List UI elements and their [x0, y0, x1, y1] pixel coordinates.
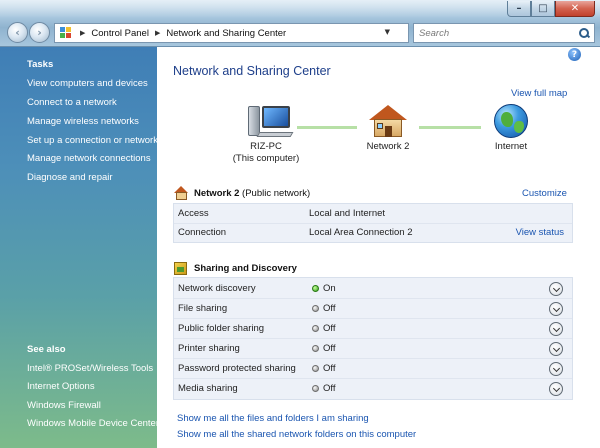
- search-icon[interactable]: [579, 28, 589, 38]
- expand-chevron-icon[interactable]: [549, 382, 563, 396]
- network-title: Network 2 (Public network): [194, 188, 310, 199]
- sharing-row-file-sharing[interactable]: File sharing Off: [174, 299, 572, 319]
- page-title: Network and Sharing Center: [173, 64, 331, 78]
- sharing-box: Network discovery On File sharing Off Pu…: [173, 277, 573, 400]
- network-house-icon: [174, 186, 189, 201]
- network-type: (Public network): [242, 188, 311, 199]
- expand-chevron-icon[interactable]: [549, 282, 563, 296]
- address-dropdown-icon[interactable]: ▼: [385, 28, 390, 36]
- show-shared-folders-link[interactable]: Show me all the shared network folders o…: [177, 429, 416, 440]
- window-controls: – □ ✕: [507, 1, 595, 17]
- task-view-computers[interactable]: View computers and devices: [27, 78, 148, 89]
- internet-globe-icon[interactable]: [494, 104, 528, 138]
- close-button[interactable]: ✕: [555, 1, 595, 17]
- see-also-internet-options[interactable]: Internet Options: [27, 381, 95, 392]
- expand-chevron-icon[interactable]: [549, 322, 563, 336]
- see-also-intel-proset[interactable]: Intel® PROSet/Wireless Tools: [27, 363, 153, 374]
- network-name: Network 2: [194, 188, 240, 199]
- row-state: Off: [323, 363, 336, 374]
- computer-icon[interactable]: [248, 104, 294, 138]
- row-label: Public folder sharing: [178, 323, 265, 334]
- show-shared-files-link[interactable]: Show me all the files and folders I am s…: [177, 413, 369, 424]
- sharing-row-media[interactable]: Media sharing Off: [174, 379, 572, 399]
- status-off-icon: [312, 365, 319, 372]
- expand-chevron-icon[interactable]: [549, 362, 563, 376]
- row-value: Local and Internet: [309, 208, 386, 219]
- row-label: Media sharing: [178, 383, 238, 394]
- sharing-icon: [174, 262, 187, 275]
- tasks-heading: Tasks: [27, 59, 54, 70]
- task-diagnose-repair[interactable]: Diagnose and repair: [27, 172, 113, 183]
- row-label: File sharing: [178, 303, 228, 314]
- sharing-title: Sharing and Discovery: [194, 263, 297, 274]
- row-key: Connection: [178, 227, 227, 238]
- forward-button[interactable]: ›: [29, 22, 50, 43]
- search-input[interactable]: Search: [413, 23, 595, 43]
- search-placeholder: Search: [419, 28, 450, 39]
- status-off-icon: [312, 345, 319, 352]
- row-state: Off: [323, 323, 336, 334]
- row-value: Local Area Connection 2: [309, 227, 413, 238]
- computer-sub: (This computer): [232, 153, 300, 164]
- row-state: Off: [323, 343, 336, 354]
- control-panel-icon: [60, 27, 74, 39]
- view-status-link[interactable]: View status: [516, 227, 564, 238]
- task-manage-connections[interactable]: Manage network connections: [27, 153, 151, 164]
- customize-link[interactable]: Customize: [522, 188, 567, 199]
- breadcrumb-control-panel[interactable]: Control Panel: [91, 28, 149, 39]
- expand-chevron-icon[interactable]: [549, 302, 563, 316]
- task-manage-wireless[interactable]: Manage wireless networks: [27, 116, 139, 127]
- breadcrumb-network-sharing-center[interactable]: Network and Sharing Center: [166, 28, 286, 39]
- network-label: Network 2: [366, 141, 410, 152]
- network-details-box: Access Local and Internet Connection Loc…: [173, 203, 573, 243]
- help-icon[interactable]: ?: [568, 48, 581, 61]
- see-also-heading: See also: [27, 344, 66, 355]
- computer-label: RIZ-PC (This computer): [226, 141, 306, 165]
- row-label: Network discovery: [178, 283, 256, 294]
- see-also-mobile-device-center[interactable]: Windows Mobile Device Center: [27, 418, 159, 429]
- map-connector-line: [419, 126, 481, 129]
- row-state: On: [323, 283, 336, 294]
- status-off-icon: [312, 305, 319, 312]
- breadcrumb-arrow-icon[interactable]: ▶: [80, 29, 85, 37]
- row-state: Off: [323, 303, 336, 314]
- sharing-row-public-folder[interactable]: Public folder sharing Off: [174, 319, 572, 339]
- row-label: Password protected sharing: [178, 363, 296, 374]
- status-on-icon: [312, 285, 319, 292]
- minimize-button[interactable]: –: [507, 1, 531, 17]
- status-off-icon: [312, 325, 319, 332]
- back-button[interactable]: ‹: [7, 22, 28, 43]
- network-row-access: Access Local and Internet: [174, 204, 572, 224]
- expand-chevron-icon[interactable]: [549, 342, 563, 356]
- task-setup-connection[interactable]: Set up a connection or network: [27, 135, 158, 146]
- row-key: Access: [178, 208, 209, 219]
- see-also-windows-firewall[interactable]: Windows Firewall: [27, 400, 101, 411]
- computer-name: RIZ-PC: [250, 141, 282, 152]
- network-row-connection: Connection Local Area Connection 2 View …: [174, 223, 572, 243]
- view-full-map-link[interactable]: View full map: [511, 88, 567, 99]
- row-state: Off: [323, 383, 336, 394]
- task-pane: Tasks View computers and devices Connect…: [0, 47, 159, 448]
- internet-label: Internet: [494, 141, 528, 152]
- map-connector-line: [297, 126, 357, 129]
- row-label: Printer sharing: [178, 343, 240, 354]
- sharing-row-password-protected[interactable]: Password protected sharing Off: [174, 359, 572, 379]
- network-house-icon[interactable]: [369, 105, 407, 137]
- address-bar[interactable]: ▶ Control Panel ▶ Network and Sharing Ce…: [54, 23, 426, 43]
- sharing-row-printer[interactable]: Printer sharing Off: [174, 339, 572, 359]
- status-off-icon: [312, 385, 319, 392]
- breadcrumb-arrow-icon[interactable]: ▶: [155, 29, 160, 37]
- task-connect-network[interactable]: Connect to a network: [27, 97, 117, 108]
- sharing-row-network-discovery[interactable]: Network discovery On: [174, 279, 572, 299]
- maximize-button[interactable]: □: [531, 1, 555, 17]
